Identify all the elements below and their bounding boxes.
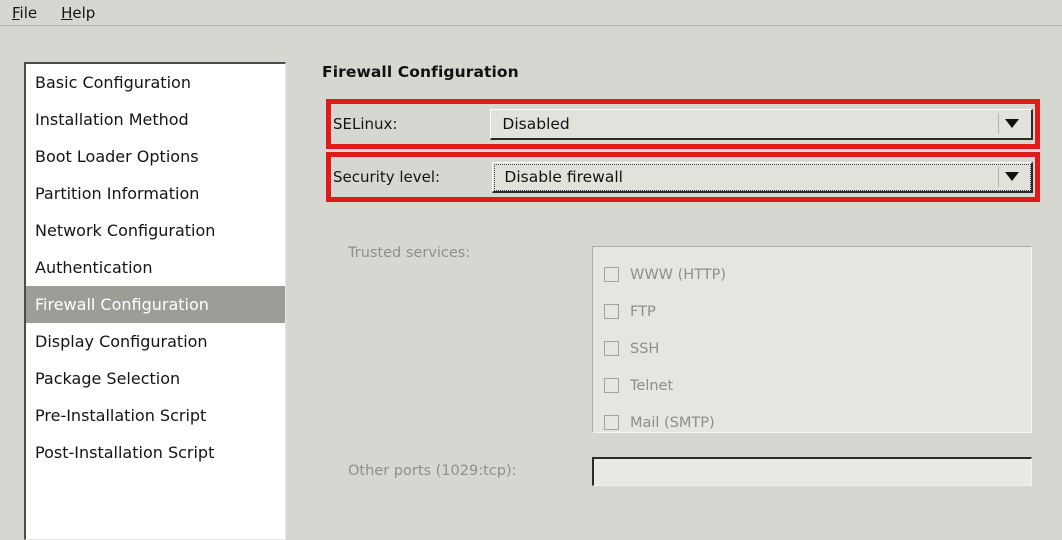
other-ports-input[interactable] xyxy=(592,457,1032,486)
sidebar-list[interactable]: Basic Configuration Installation Method … xyxy=(24,62,286,540)
sidebar-item-firewall-configuration[interactable]: Firewall Configuration xyxy=(26,286,285,323)
selinux-combo-separator xyxy=(998,113,999,134)
trusted-service-mail[interactable]: Mail (SMTP) xyxy=(604,404,1031,441)
trusted-service-ftp-label: FTP xyxy=(630,303,656,320)
security-level-row: Security level: Disable firewall xyxy=(333,158,1033,196)
trusted-service-ssh[interactable]: SSH xyxy=(604,330,1031,367)
selinux-row: SELinux: Disabled xyxy=(333,105,1033,143)
security-level-combo[interactable]: Disable firewall xyxy=(492,161,1033,193)
checkbox-ssh-icon[interactable] xyxy=(604,341,619,356)
trusted-service-telnet[interactable]: Telnet xyxy=(604,367,1031,404)
menu-help[interactable]: Help xyxy=(57,2,105,23)
security-level-value: Disable firewall xyxy=(504,167,623,186)
sidebar-item-basic-configuration[interactable]: Basic Configuration xyxy=(26,64,285,101)
menu-file[interactable]: File xyxy=(8,2,47,23)
menu-file-accel: F xyxy=(12,4,20,22)
sidebar-item-pre-installation-script[interactable]: Pre-Installation Script xyxy=(26,397,285,434)
trusted-service-mail-label: Mail (SMTP) xyxy=(630,414,715,431)
menu-file-label: ile xyxy=(19,4,38,22)
trusted-services-group: WWW (HTTP) FTP SSH Telnet Mail (SMTP) xyxy=(592,246,1032,433)
trusted-service-www-label: WWW (HTTP) xyxy=(630,266,727,283)
firewall-pane: Firewall Configuration xyxy=(322,63,1042,95)
trusted-service-telnet-label: Telnet xyxy=(630,377,674,394)
checkbox-ftp-icon[interactable] xyxy=(604,304,619,319)
trusted-service-www[interactable]: WWW (HTTP) xyxy=(604,256,1031,293)
checkbox-mail-icon[interactable] xyxy=(604,415,619,430)
checkbox-www-icon[interactable] xyxy=(604,267,619,282)
sidebar-item-boot-loader-options[interactable]: Boot Loader Options xyxy=(26,138,285,175)
sidebar-item-authentication[interactable]: Authentication xyxy=(26,249,285,286)
trusted-services-label: Trusted services: xyxy=(348,245,471,261)
sidebar-item-installation-method[interactable]: Installation Method xyxy=(26,101,285,138)
sidebar-item-post-installation-script[interactable]: Post-Installation Script xyxy=(26,434,285,471)
selinux-value: Disabled xyxy=(502,114,570,133)
chevron-down-icon xyxy=(1005,172,1019,181)
selinux-combo[interactable]: Disabled xyxy=(490,108,1033,140)
security-level-label: Security level: xyxy=(333,168,441,186)
sidebar-item-package-selection[interactable]: Package Selection xyxy=(26,360,285,397)
sidebar-item-display-configuration[interactable]: Display Configuration xyxy=(26,323,285,360)
security-level-combo-separator xyxy=(998,166,999,187)
main-content: Basic Configuration Installation Method … xyxy=(0,27,1062,540)
checkbox-telnet-icon[interactable] xyxy=(604,378,619,393)
menu-bar: File Help xyxy=(0,0,1062,26)
menu-help-label: elp xyxy=(72,4,96,22)
chevron-down-icon xyxy=(1005,119,1019,128)
trusted-service-ssh-label: SSH xyxy=(630,340,660,357)
other-ports-label: Other ports (1029:tcp): xyxy=(348,463,517,479)
sidebar-item-network-configuration[interactable]: Network Configuration xyxy=(26,212,285,249)
selinux-label: SELinux: xyxy=(333,115,398,133)
sidebar-item-partition-information[interactable]: Partition Information xyxy=(26,175,285,212)
page-title: Firewall Configuration xyxy=(322,63,519,81)
trusted-service-ftp[interactable]: FTP xyxy=(604,293,1031,330)
menu-help-accel: H xyxy=(61,4,73,22)
